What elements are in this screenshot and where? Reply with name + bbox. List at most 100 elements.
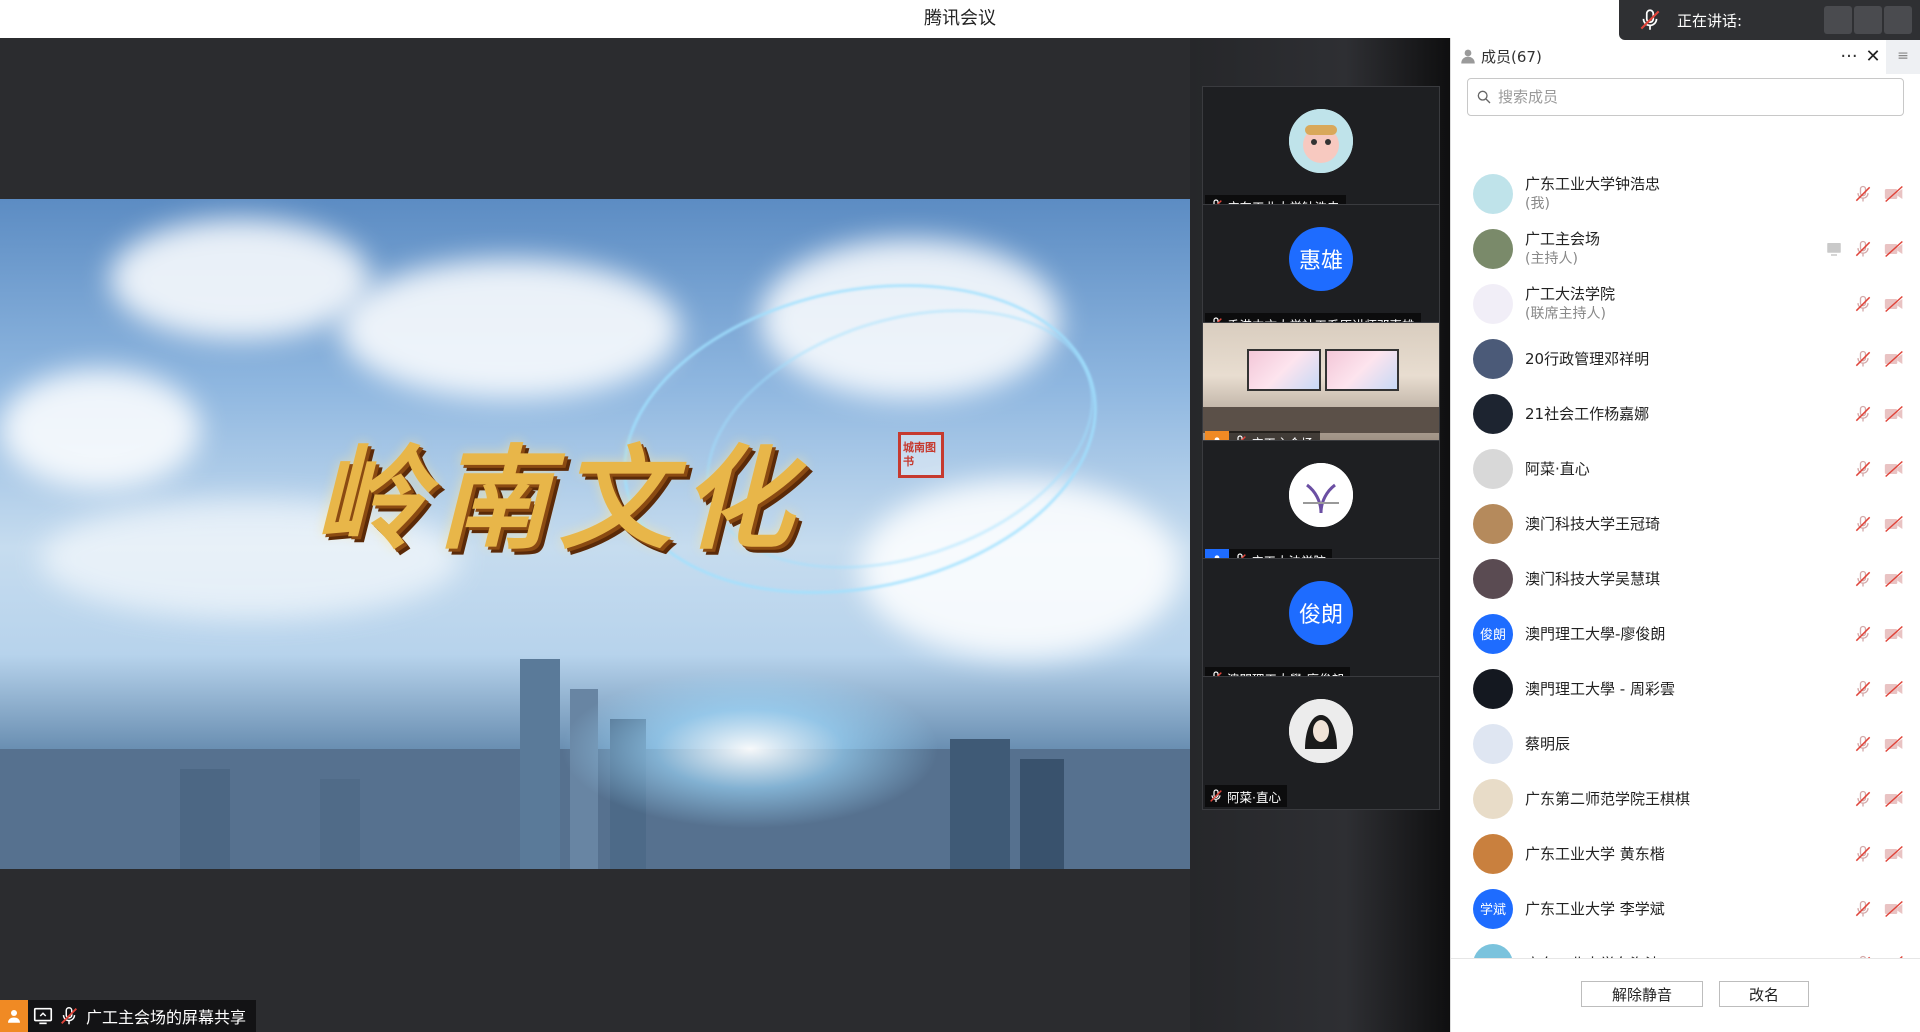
member-list-item[interactable]: 广工主会场 (主持人) <box>1451 221 1920 276</box>
tower-shape <box>180 769 230 869</box>
member-avatar <box>1473 723 1513 764</box>
video-tile[interactable]: 俊朗 澳門理工大學-廖俊朗 <box>1202 558 1440 692</box>
room-screen-shape <box>1247 349 1321 391</box>
member-actions <box>1853 496 1905 551</box>
member-actions <box>1853 331 1905 386</box>
video-strip[interactable]: 广东工业大学钟浩忠 惠雄 香港中文大学社工系原讲师邓惠雄 广工主会场 <box>1190 38 1450 1032</box>
member-list-item[interactable]: 澳门科技大学王冠琦 <box>1451 496 1920 551</box>
camera-off-icon[interactable] <box>1883 679 1905 699</box>
muted-mic-icon[interactable] <box>1853 679 1873 699</box>
camera-off-icon[interactable] <box>1883 899 1905 919</box>
muted-mic-icon[interactable] <box>1853 734 1873 754</box>
member-list-item[interactable]: 学斌 广东工业大学 李学斌 <box>1451 881 1920 936</box>
more-options-icon[interactable]: ··· <box>1838 46 1860 67</box>
member-list-item[interactable]: 广东第二师范学院王棋棋 <box>1451 771 1920 826</box>
muted-mic-icon[interactable] <box>1853 184 1873 204</box>
video-tile[interactable]: 惠雄 香港中文大学社工系原讲师邓惠雄 <box>1202 204 1440 338</box>
camera-off-icon[interactable] <box>1883 569 1905 589</box>
avatar <box>1289 699 1353 763</box>
muted-mic-icon[interactable] <box>1853 569 1873 589</box>
avatar <box>1289 463 1353 527</box>
avatar: 惠雄 <box>1289 227 1353 291</box>
member-search-input[interactable] <box>1498 88 1878 106</box>
muted-mic-icon[interactable] <box>1853 789 1873 809</box>
host-badge-icon <box>0 1000 28 1032</box>
member-list-item[interactable]: 21社会工作杨嘉娜 <box>1451 386 1920 441</box>
member-actions <box>1853 881 1905 936</box>
avatar <box>1289 109 1353 173</box>
camera-off-icon[interactable] <box>1883 844 1905 864</box>
member-avatar <box>1473 393 1513 434</box>
member-list[interactable]: 广东工业大学钟浩忠 (我) 广工主会场 (主持人) 广工大法学院 (联席主持人) 20行政管… <box>1451 166 1920 991</box>
layout-icon[interactable] <box>1824 6 1852 34</box>
camera-off-icon[interactable] <box>1883 349 1905 369</box>
camera-off-icon[interactable] <box>1883 184 1905 204</box>
speaking-controls <box>1824 6 1912 34</box>
member-list-item[interactable]: 俊朗 澳門理工大學-廖俊朗 <box>1451 606 1920 661</box>
person-icon <box>1461 49 1475 64</box>
member-actions <box>1853 551 1905 606</box>
member-avatar <box>1473 778 1513 819</box>
member-list-item[interactable]: 广工大法学院 (联席主持人) <box>1451 276 1920 331</box>
video-tile[interactable]: 广工大法学院 <box>1202 440 1440 574</box>
member-avatar <box>1473 558 1513 599</box>
member-list-item[interactable]: 阿菜·直心 <box>1451 441 1920 496</box>
muted-mic-icon[interactable] <box>1853 624 1873 644</box>
member-list-item[interactable]: 澳門理工大學 - 周彩雲 <box>1451 661 1920 716</box>
collapse-icon[interactable] <box>1884 6 1912 34</box>
video-tile[interactable]: 广工主会场 <box>1202 322 1440 456</box>
camera-off-icon[interactable] <box>1883 624 1905 644</box>
member-list-item[interactable]: 广东工业大学 黄东楷 <box>1451 826 1920 881</box>
muted-mic-icon[interactable] <box>1853 844 1873 864</box>
member-actions <box>1853 661 1905 716</box>
camera-off-icon[interactable] <box>1883 789 1905 809</box>
video-tile[interactable]: 广东工业大学钟浩忠 <box>1202 86 1440 220</box>
share-owner-label: 广工主会场的屏幕共享 <box>0 1000 257 1032</box>
camera-off-icon[interactable] <box>1883 514 1905 534</box>
art-title: 岭南文化 <box>315 434 803 565</box>
speaking-indicator[interactable]: 正在讲话: <box>1619 0 1920 40</box>
unmute-button[interactable]: 解除静音 <box>1581 981 1703 1007</box>
video-tile[interactable]: 阿菜·直心 <box>1202 676 1440 810</box>
room-screen-shape <box>1325 349 1399 391</box>
logo-avatar-icon <box>1289 463 1353 527</box>
muted-mic-icon[interactable] <box>1853 404 1873 424</box>
tower-shape <box>320 779 360 869</box>
muted-mic-icon[interactable] <box>1853 514 1873 534</box>
search-icon <box>1477 90 1491 104</box>
close-icon[interactable]: ✕ <box>1860 46 1886 67</box>
camera-off-icon[interactable] <box>1883 239 1905 259</box>
member-avatar: 学斌 <box>1473 888 1513 929</box>
muted-mic-icon[interactable] <box>1853 294 1873 314</box>
speaking-label: 正在讲话: <box>1677 11 1743 30</box>
member-list-item[interactable]: 蔡明辰 <box>1451 716 1920 771</box>
muted-mic-icon[interactable] <box>1853 459 1873 479</box>
member-list-item[interactable]: 广东工业大学钟浩忠 (我) <box>1451 166 1920 221</box>
cloud-shape <box>340 259 680 399</box>
member-avatar <box>1473 668 1513 709</box>
tile-name: 阿菜·直心 <box>1227 789 1281 805</box>
member-list-item[interactable]: 20行政管理邓祥明 <box>1451 331 1920 386</box>
member-avatar <box>1473 338 1513 379</box>
member-avatar <box>1473 833 1513 874</box>
cartoon-avatar-icon <box>1289 109 1353 173</box>
tile-name-label: 阿菜·直心 <box>1205 785 1287 807</box>
members-panel: 成员(67) ··· ✕ ≡ 广东工业大学钟浩忠(我)广工主会场(主持人)广工大… <box>1450 38 1920 1032</box>
camera-off-icon[interactable] <box>1883 294 1905 314</box>
room-desks-shape <box>1203 407 1439 433</box>
muted-mic-icon[interactable] <box>1853 899 1873 919</box>
camera-off-icon[interactable] <box>1883 404 1905 424</box>
member-list-item[interactable]: 澳门科技大学吴慧琪 <box>1451 551 1920 606</box>
member-search-box[interactable] <box>1467 78 1904 116</box>
members-panel-header: 成员(67) ··· ✕ ≡ <box>1451 38 1920 74</box>
screen-share-icon <box>33 1007 53 1025</box>
muted-mic-icon <box>1205 785 1227 807</box>
muted-mic-icon[interactable] <box>1853 349 1873 369</box>
rename-button[interactable]: 改名 <box>1719 981 1809 1007</box>
muted-mic-icon[interactable] <box>1853 239 1873 259</box>
member-avatar <box>1473 173 1513 214</box>
grid-icon[interactable] <box>1854 6 1882 34</box>
camera-off-icon[interactable] <box>1883 459 1905 479</box>
menu-icon[interactable]: ≡ <box>1886 38 1920 74</box>
camera-off-icon[interactable] <box>1883 734 1905 754</box>
